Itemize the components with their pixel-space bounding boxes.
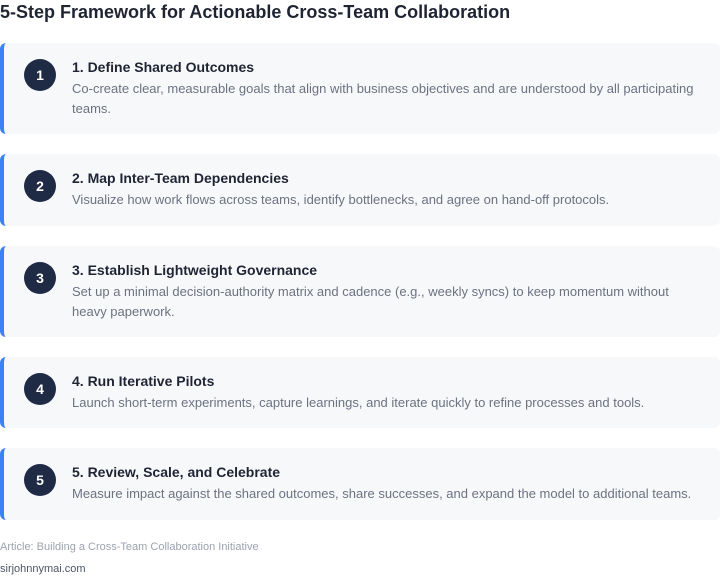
step-content: 2. Map Inter-Team Dependencies Visualize… [72, 170, 702, 210]
step-number-badge: 5 [24, 464, 56, 496]
step-card-3: 3 3. Establish Lightweight Governance Se… [0, 246, 720, 337]
step-number-badge: 1 [24, 59, 56, 91]
step-description: Co-create clear, measurable goals that a… [72, 81, 694, 116]
step-description: Set up a minimal decision-authority matr… [72, 284, 669, 319]
step-content: 5. Review, Scale, and Celebrate Measure … [72, 464, 702, 504]
page: 5-Step Framework for Actionable Cross-Te… [0, 0, 720, 576]
step-card-4: 4 4. Run Iterative Pilots Launch short-t… [0, 357, 720, 428]
step-title: 3. Establish Lightweight Governance [72, 262, 318, 278]
step-title: 1. Define Shared Outcomes [72, 59, 255, 75]
step-content: 4. Run Iterative Pilots Launch short-ter… [72, 373, 702, 413]
page-title: 5-Step Framework for Actionable Cross-Te… [0, 2, 511, 22]
step-title: 5. Review, Scale, and Celebrate [72, 464, 281, 480]
step-number-badge: 2 [24, 170, 56, 202]
step-content: 3. Establish Lightweight Governance Set … [72, 262, 702, 321]
step-number-badge: 3 [24, 262, 56, 294]
step-title: 4. Run Iterative Pilots [72, 373, 215, 389]
step-description: Measure impact against the shared outcom… [72, 486, 692, 501]
step-card-5: 5 5. Review, Scale, and Celebrate Measur… [0, 448, 720, 520]
step-card-1: 1 1. Define Shared Outcomes Co-create cl… [0, 43, 720, 134]
footer-site-name: sirjohnnymai.com [0, 563, 86, 575]
step-description: Launch short-term experiments, capture l… [72, 395, 645, 410]
step-title: 2. Map Inter-Team Dependencies [72, 170, 289, 186]
step-number-badge: 4 [24, 373, 56, 405]
step-card-2: 2 2. Map Inter-Team Dependencies Visuali… [0, 154, 720, 226]
step-description: Visualize how work flows across teams, i… [72, 192, 610, 207]
step-content: 1. Define Shared Outcomes Co-create clea… [72, 59, 702, 118]
footer-article-caption: Article: Building a Cross-Team Collabora… [0, 541, 259, 553]
